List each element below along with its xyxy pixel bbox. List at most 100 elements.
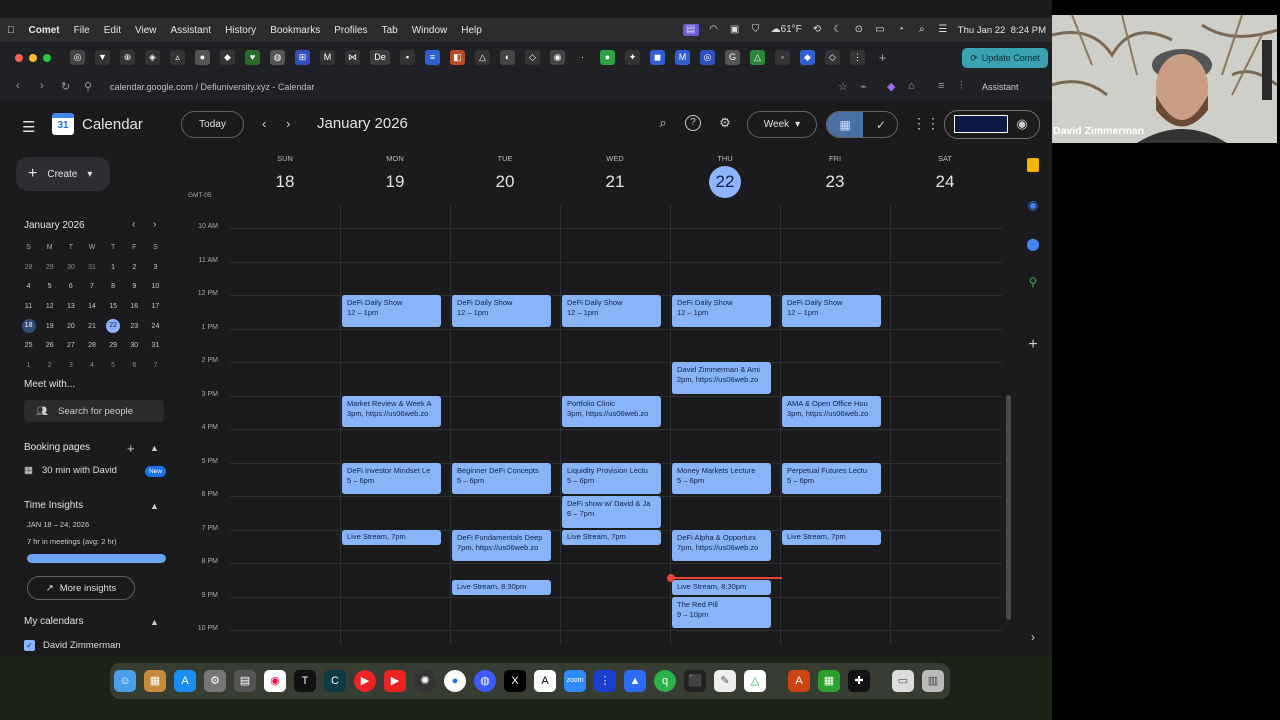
tradingview-icon[interactable]: T: [294, 670, 316, 692]
mini-calendar-day[interactable]: 26: [39, 342, 60, 349]
moon-icon[interactable]: ☾: [832, 24, 844, 36]
tab-favicon-icon[interactable]: ◐: [500, 50, 515, 65]
my-calendar-item[interactable]: ✓ David Zimmerman: [24, 640, 121, 651]
notes-icon[interactable]: ✎: [714, 670, 736, 692]
search-icon[interactable]: ⌕: [916, 24, 928, 36]
mini-calendar-day[interactable]: 2: [39, 362, 60, 369]
today-button[interactable]: Today: [181, 111, 244, 138]
tab-favicon-icon[interactable]: ◎: [700, 50, 715, 65]
downloads-icon[interactable]: ▭: [892, 670, 914, 692]
expand-panel-icon[interactable]: ›: [1025, 629, 1041, 645]
reload-icon[interactable]: ↻: [61, 80, 70, 93]
calendar-event[interactable]: Live Stream, 7pm: [561, 529, 661, 545]
window-minimize-icon[interactable]: [29, 54, 37, 62]
mini-calendar-day[interactable]: 3: [60, 362, 81, 369]
menu-assistant[interactable]: Assistant: [163, 25, 218, 36]
update-comet-button[interactable]: ⟳ Update Comet: [962, 48, 1048, 68]
mini-next-month-icon[interactable]: ›: [153, 219, 156, 230]
calendar-event[interactable]: Money Markets Lecture 5 – 6pm: [671, 462, 771, 495]
system-settings-icon[interactable]: ⚙: [204, 670, 226, 692]
window-zoom-icon[interactable]: [43, 54, 51, 62]
menu-app-name[interactable]: Comet: [22, 25, 67, 36]
tab-favicon-icon[interactable]: ◈: [145, 50, 160, 65]
chevron-up-icon[interactable]: ▲: [150, 617, 159, 627]
calendar-event[interactable]: Live Stream, 7pm: [781, 529, 881, 545]
mini-calendar-day[interactable]: 21: [81, 323, 102, 330]
tab-favicon-icon[interactable]: De: [370, 50, 390, 65]
search-icon[interactable]: ⌕: [655, 115, 671, 131]
tab-favicon-icon[interactable]: ◧: [450, 50, 465, 65]
calendar-event[interactable]: Live Stream, 8:30pm: [671, 580, 771, 595]
checkbox-checked-icon[interactable]: ✓: [24, 640, 35, 651]
calendar-event[interactable]: AMA & Open Office Hou 3pm, https://us06we…: [781, 395, 881, 428]
wifi-icon[interactable]: ◔: [895, 24, 907, 36]
finder-icon[interactable]: ☺: [114, 670, 136, 692]
google-icon[interactable]: G: [725, 50, 740, 65]
mini-calendar-day[interactable]: 23: [124, 323, 145, 330]
tab-favicon-icon[interactable]: M: [675, 50, 690, 65]
app-status-icon[interactable]: ▣: [729, 24, 741, 36]
calendar-event[interactable]: DeFi Daily Show 12 – 1pm: [671, 295, 771, 327]
menu-help[interactable]: Help: [454, 25, 489, 36]
menu-profiles[interactable]: Profiles: [327, 25, 374, 36]
app-icon[interactable]: ⋮: [594, 670, 616, 692]
calendar-event[interactable]: The Red Pill 9 – 10pm: [671, 596, 771, 629]
tab-favicon-icon[interactable]: ◍: [270, 50, 285, 65]
get-addons-icon[interactable]: +: [1025, 337, 1041, 353]
add-booking-page-icon[interactable]: +: [127, 441, 135, 456]
tab-favicon-icon[interactable]: ⊞: [295, 50, 310, 65]
signal-icon[interactable]: ●: [444, 670, 466, 692]
tab-favicon-icon[interactable]: ⊕: [120, 50, 135, 65]
tab-favicon-icon[interactable]: ◉: [550, 50, 565, 65]
mini-calendar-day[interactable]: 8: [103, 283, 124, 290]
calendar-event[interactable]: DeFi Daily Show 12 – 1pm: [451, 295, 551, 327]
booking-pages-heading[interactable]: Booking pages: [24, 442, 90, 453]
tab-favicon-icon[interactable]: ◎: [70, 50, 85, 65]
tab-favicon-icon[interactable]: ◇: [825, 50, 840, 65]
day-number-today[interactable]: 22: [670, 166, 780, 198]
control-center-icon[interactable]: ☰: [937, 24, 949, 36]
app-icon[interactable]: ✚: [848, 670, 870, 692]
mini-calendar-day[interactable]: 1: [103, 264, 124, 271]
spreadsheet-icon[interactable]: ▦: [818, 670, 840, 692]
day-number[interactable]: 21: [560, 172, 670, 192]
tasks-view-icon[interactable]: ✓: [863, 112, 897, 137]
tab-favicon-icon[interactable]: ◆: [220, 50, 235, 65]
calculator-icon[interactable]: ▤: [234, 670, 256, 692]
chatgpt-icon[interactable]: ✺: [414, 670, 436, 692]
mini-calendar-day[interactable]: 18: [21, 319, 36, 334]
acrobat-icon[interactable]: A: [788, 670, 810, 692]
day-number[interactable]: 18: [230, 172, 340, 192]
mini-calendar-day[interactable]: 27: [60, 342, 81, 349]
avatar[interactable]: ◉: [1014, 116, 1030, 132]
broadcast-icon[interactable]: ◠: [708, 24, 720, 36]
google-apps-icon[interactable]: ⋮⋮: [912, 115, 940, 132]
tab-favicon-icon[interactable]: ♥: [245, 50, 260, 65]
mini-calendar-day[interactable]: 2: [124, 264, 145, 271]
time-insights-heading[interactable]: Time Insights: [24, 500, 83, 511]
mini-prev-month-icon[interactable]: ‹: [132, 219, 135, 230]
messenger-icon[interactable]: ◍: [474, 670, 496, 692]
mini-calendar-day[interactable]: 28: [18, 264, 39, 271]
site-info-icon[interactable]: ⚲: [84, 80, 92, 93]
tab-favicon-icon[interactable]: ●: [195, 50, 210, 65]
calendar-event[interactable]: Live Stream, 7pm: [341, 529, 441, 545]
calendar-event[interactable]: David Zimmerman & Ami 2pm, https://us06we…: [671, 362, 771, 394]
mini-calendar-day[interactable]: 30: [124, 342, 145, 349]
mini-calendar-day[interactable]: 13: [60, 303, 81, 310]
zoom-icon[interactable]: zoom: [564, 670, 586, 692]
maps-icon[interactable]: ⚲: [1025, 274, 1041, 290]
menu-bookmarks[interactable]: Bookmarks: [263, 25, 327, 36]
calendar-event[interactable]: Market Review & Week A 3pm, https://us06w…: [341, 395, 441, 428]
back-icon[interactable]: ‹: [16, 80, 20, 92]
mini-calendar-day[interactable]: 30: [60, 264, 81, 271]
mini-calendar-day[interactable]: 11: [18, 303, 39, 310]
drive-icon[interactable]: △: [750, 50, 765, 65]
mini-calendar-day[interactable]: 6: [124, 362, 145, 369]
google-drive-icon[interactable]: △: [744, 670, 766, 692]
calendar-event[interactable]: Live Stream, 8:30pm: [451, 580, 551, 595]
calendar-event[interactable]: DeFi show w/ David & Ja 6 – 7pm: [561, 496, 661, 528]
tasks-icon[interactable]: ◉: [1025, 197, 1041, 213]
recorder-icon[interactable]: ▶: [354, 670, 376, 692]
contacts-icon[interactable]: ⬤: [1025, 236, 1041, 252]
